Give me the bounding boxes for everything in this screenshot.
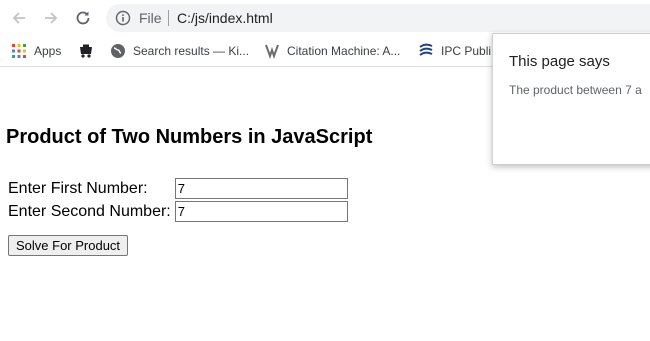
bookmark-label: Citation Machine: A...: [287, 44, 401, 58]
info-icon[interactable]: [115, 10, 131, 26]
reload-button[interactable]: [71, 6, 95, 30]
bookmark-favicon: [80, 44, 92, 58]
bookmark-citation-machine[interactable]: Citation Machine: A...: [264, 42, 400, 60]
alert-dialog: This page says The product between 7 a: [492, 33, 650, 165]
first-number-label: Enter First Number:: [8, 179, 148, 197]
reload-icon: [76, 11, 90, 25]
second-number-input[interactable]: [174, 201, 348, 222]
omnibox-separator: [168, 10, 169, 26]
bookmark-favicon-only[interactable]: [78, 42, 101, 60]
apps-grid-icon: [12, 44, 26, 58]
citation-machine-icon: [265, 44, 279, 59]
ipc-icon: [419, 43, 433, 56]
second-number-row: Enter Second Number:: [8, 201, 348, 222]
number-form: Enter First Number: Enter Second Number:: [6, 176, 350, 224]
bookmark-label: Apps: [34, 44, 62, 58]
page-title: Product of Two Numbers in JavaScript: [6, 126, 373, 148]
forward-arrow-icon: [45, 12, 58, 24]
solve-for-product-button[interactable]: Solve For Product: [8, 235, 129, 256]
dialog-message: The product between 7 a: [509, 83, 642, 97]
globe-icon: [111, 44, 125, 58]
forward-button[interactable]: [39, 6, 63, 30]
bookmark-label: IPC Publi: [441, 44, 492, 58]
browser-toolbar: File C:/js/index.html: [0, 0, 650, 36]
dialog-title: This page says: [509, 53, 610, 70]
address-bar[interactable]: File C:/js/index.html: [106, 4, 650, 32]
first-number-row: Enter First Number:: [8, 178, 348, 199]
bookmark-search-results[interactable]: Search results — Ki...: [110, 42, 249, 60]
url-text[interactable]: C:/js/index.html: [177, 10, 273, 26]
bookmark-ipc[interactable]: IPC Publi: [418, 42, 491, 60]
first-number-input[interactable]: [174, 178, 348, 199]
bookmark-label: Search results — Ki...: [133, 44, 250, 58]
url-scheme-label: File: [139, 10, 162, 26]
bookmark-apps[interactable]: Apps: [11, 42, 61, 60]
second-number-label: Enter Second Number:: [8, 202, 171, 220]
back-button[interactable]: [7, 6, 31, 30]
back-arrow-icon: [12, 12, 25, 24]
